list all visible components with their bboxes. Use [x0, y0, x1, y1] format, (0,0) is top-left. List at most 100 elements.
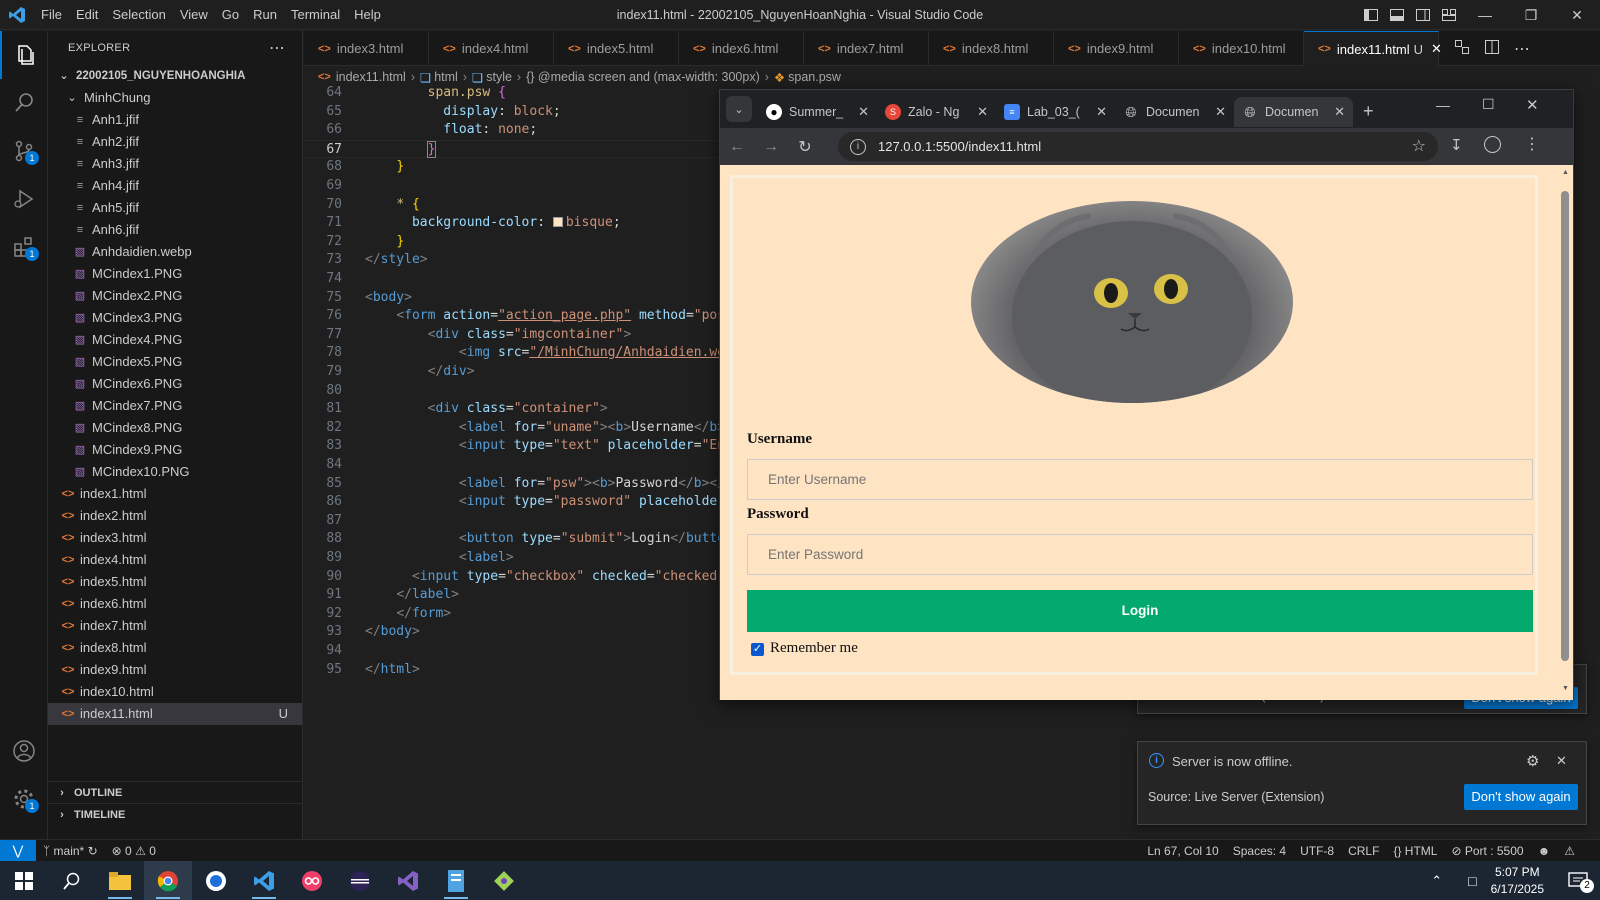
maximize-icon[interactable]: ☐ [1482, 96, 1495, 113]
cursor-position[interactable]: Ln 67, Col 10 [1140, 844, 1225, 858]
tab-index10[interactable]: <> index10.html [1179, 31, 1304, 66]
explorer-file-anhdaidien-webp[interactable]: ▧ Anhdaidien.webp [48, 241, 302, 263]
toggle-primary-sidebar-icon[interactable] [1358, 0, 1384, 30]
scroll-up-icon[interactable]: ▲ [1562, 169, 1569, 176]
explorer-file-mcindex3-png[interactable]: ▧ MCindex3.PNG [48, 307, 302, 329]
back-icon[interactable]: ← [720, 138, 754, 156]
remote-icon[interactable]: ⋁ [0, 839, 36, 862]
tab-index6[interactable]: <> index6.html [679, 31, 804, 66]
close-icon[interactable]: ✕ [1554, 0, 1600, 30]
menu-terminal[interactable]: Terminal [284, 0, 347, 30]
feedback-icon[interactable]: ☻ [1531, 844, 1558, 858]
outline-section[interactable]: › OUTLINE [48, 781, 302, 803]
more-actions-icon[interactable]: ⋯ [1514, 39, 1530, 59]
page-scrollbar[interactable]: ▲ ▼ [1557, 165, 1573, 700]
timeline-section[interactable]: › TIMELINE [48, 803, 302, 825]
taskbar-search-icon[interactable] [48, 861, 96, 900]
menu-run[interactable]: Run [246, 0, 284, 30]
git-app-icon[interactable] [480, 861, 528, 900]
breadcrumb-file[interactable]: index11.html [336, 70, 406, 84]
explorer-file-mcindex4-png[interactable]: ▧ MCindex4.PNG [48, 329, 302, 351]
language-mode[interactable]: {} HTML [1386, 844, 1444, 858]
network-icon[interactable]: □ [1468, 873, 1476, 889]
chevron-up-icon[interactable]: ⌃ [1431, 873, 1442, 889]
bookmark-star-icon[interactable]: ☆ [1412, 136, 1426, 156]
customize-layout-icon[interactable] [1436, 0, 1462, 30]
action-center-icon[interactable]: 2 [1556, 861, 1600, 900]
explorer-file-mcindex2-png[interactable]: ▧ MCindex2.PNG [48, 285, 302, 307]
explorer-file-index7-html[interactable]: <> index7.html [48, 615, 302, 637]
toggle-secondary-sidebar-icon[interactable] [1410, 0, 1436, 30]
app-icon-pink[interactable] [288, 861, 336, 900]
breadcrumb-style[interactable]: style [486, 70, 512, 84]
explorer-file-index11-html[interactable]: <> index11.html U [48, 703, 302, 725]
close-icon[interactable]: ✕ [1556, 753, 1567, 769]
chrome-menu-icon[interactable]: ⋮ [1524, 134, 1540, 154]
explorer-file-anh1-jfif[interactable]: ≡ Anh1.jfif [48, 109, 302, 131]
scroll-thumb[interactable] [1561, 191, 1569, 661]
explorer-file-index10-html[interactable]: <> index10.html [48, 681, 302, 703]
close-tab-icon[interactable]: ✕ [1334, 104, 1345, 120]
file-explorer-icon[interactable] [96, 861, 144, 900]
explorer-file-index2-html[interactable]: <> index2.html [48, 505, 302, 527]
source-control-icon[interactable]: 1 [0, 127, 48, 175]
app-icon-blue[interactable] [192, 861, 240, 900]
end-of-line[interactable]: CRLF [1341, 844, 1386, 858]
menu-file[interactable]: File [34, 0, 69, 30]
extensions-icon[interactable]: 1 [0, 223, 48, 271]
clock[interactable]: 5:07 PM 6/17/2025 [1491, 864, 1544, 898]
visual-studio-icon[interactable] [384, 861, 432, 900]
encoding[interactable]: UTF-8 [1293, 844, 1341, 858]
minimize-icon[interactable]: — [1462, 0, 1508, 30]
browser-tab-docs[interactable]: ≡ Lab_03_( ✕ [996, 97, 1115, 127]
explorer-file-anh4-jfif[interactable]: ≡ Anh4.jfif [48, 175, 302, 197]
explorer-file-index5-html[interactable]: <> index5.html [48, 571, 302, 593]
code-editor[interactable]: 64 span.psw { 65 display: block; 66 floa… [304, 84, 725, 824]
dont-show-again-button[interactable]: Don't show again [1464, 784, 1578, 810]
explorer-file-index3-html[interactable]: <> index3.html [48, 527, 302, 549]
explorer-file-index8-html[interactable]: <> index8.html [48, 637, 302, 659]
indentation[interactable]: Spaces: 4 [1226, 844, 1293, 858]
forward-icon[interactable]: → [754, 138, 788, 156]
tab-index7[interactable]: <> index7.html [804, 31, 929, 66]
explorer-file-index9-html[interactable]: <> index9.html [48, 659, 302, 681]
gear-icon[interactable]: ⚙ [1526, 752, 1539, 770]
breadcrumb-media[interactable]: {} @media screen and (max-width: 300px) [526, 70, 760, 84]
browser-tab-document[interactable]: 🌐︎ Documen ✕ [1115, 97, 1234, 127]
browser-tab-zalo[interactable]: S Zalo - Ng ✕ [877, 97, 996, 127]
chrome-icon[interactable] [144, 861, 192, 900]
explorer-file-mcindex5-png[interactable]: ▧ MCindex5.PNG [48, 351, 302, 373]
live-server-port[interactable]: ⊘ Port : 5500 [1444, 844, 1530, 858]
menu-edit[interactable]: Edit [69, 0, 105, 30]
toggle-panel-icon[interactable] [1384, 0, 1410, 30]
remember-checkbox[interactable]: ✓ [751, 643, 764, 656]
close-window-icon[interactable]: ✕ [1526, 96, 1539, 114]
close-tab-icon[interactable]: ✕ [1431, 41, 1442, 57]
tab-index4[interactable]: <> index4.html [429, 31, 554, 66]
tab-index11[interactable]: <> index11.html U ✕ [1304, 31, 1442, 66]
explorer-file-index4-html[interactable]: <> index4.html [48, 549, 302, 571]
app-icon-document[interactable] [432, 861, 480, 900]
close-tab-icon[interactable]: ✕ [858, 104, 869, 120]
explorer-file-index1-html[interactable]: <> index1.html [48, 483, 302, 505]
split-editor-icon[interactable] [1484, 39, 1500, 58]
address-bar[interactable]: i 127.0.0.1:5500/index11.html ☆ [838, 132, 1438, 161]
branch-status[interactable]: ᛉ main* ↻ [36, 844, 105, 858]
scroll-down-icon[interactable]: ▼ [1562, 685, 1569, 692]
menu-go[interactable]: Go [215, 0, 246, 30]
tab-index3[interactable]: <> index3.html [304, 31, 429, 66]
workspace-root[interactable]: ⌄ 22002105_NGUYENHOANGHIA [48, 65, 302, 87]
explorer-file-index6-html[interactable]: <> index6.html [48, 593, 302, 615]
close-tab-icon[interactable]: ✕ [1096, 104, 1107, 120]
explorer-file-mcindex1-png[interactable]: ▧ MCindex1.PNG [48, 263, 302, 285]
eclipse-icon[interactable] [336, 861, 384, 900]
windows-start-icon[interactable] [0, 861, 48, 900]
tab-index8[interactable]: <> index8.html [929, 31, 1054, 66]
explorer-file-mcindex10-png[interactable]: ▧ MCindex10.PNG [48, 461, 302, 483]
browser-tab-document-active[interactable]: 🌐︎ Documen ✕ [1234, 97, 1353, 127]
new-tab-icon[interactable]: + [1363, 101, 1374, 122]
reload-icon[interactable]: ↻ [788, 137, 822, 157]
close-tab-icon[interactable]: ✕ [977, 104, 988, 120]
problems-status[interactable]: ⊗ 0 ⚠ 0 [105, 844, 163, 858]
explorer-file-anh6-jfif[interactable]: ≡ Anh6.jfif [48, 219, 302, 241]
